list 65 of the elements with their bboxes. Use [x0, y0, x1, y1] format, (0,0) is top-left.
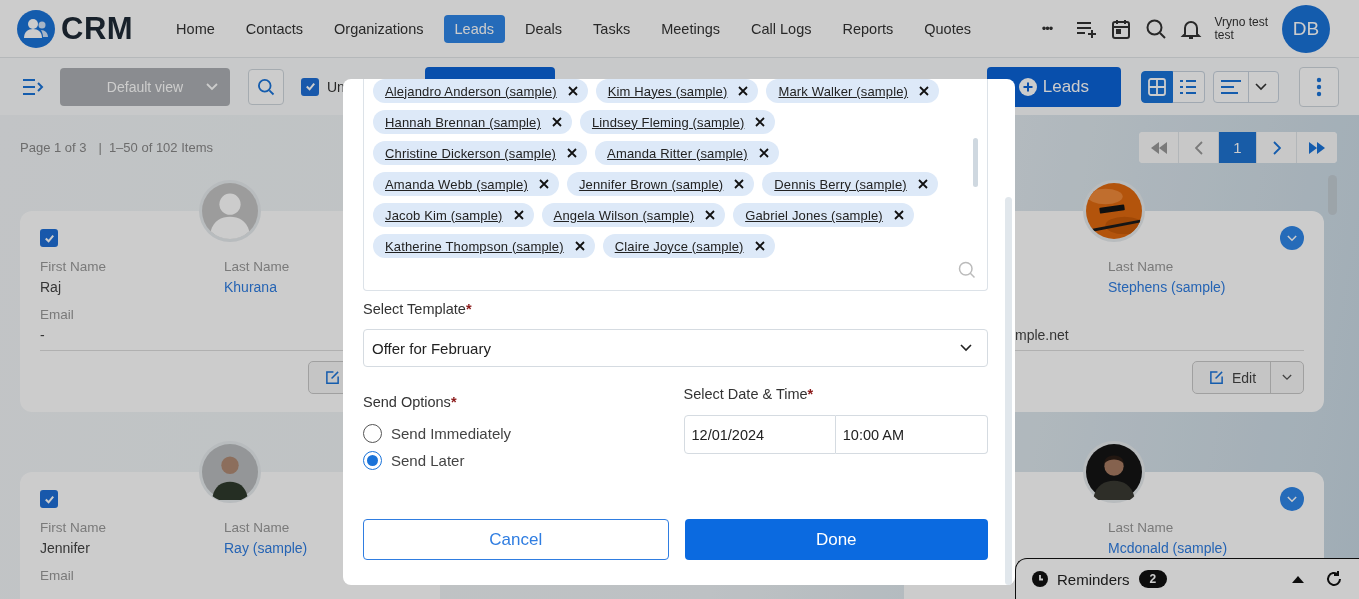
- field-value: mple.net: [1015, 326, 1069, 345]
- recipient-name[interactable]: Amanda Webb (sample): [385, 176, 528, 192]
- done-button[interactable]: Done: [684, 519, 988, 560]
- recipient-name[interactable]: Katherine Thompson (sample): [385, 238, 564, 254]
- nav-tab[interactable]: Meetings: [650, 14, 731, 43]
- user-avatar[interactable]: DB: [1282, 4, 1330, 53]
- recipient-name[interactable]: Jennifer Brown (sample): [578, 176, 724, 192]
- nav-tab[interactable]: Tasks: [582, 14, 642, 43]
- required-mark: *: [450, 394, 457, 410]
- nav-tab[interactable]: Quotes: [913, 14, 982, 43]
- recipient-name[interactable]: Angela Wilson (sample): [553, 207, 695, 223]
- field-link[interactable]: Mcdonald (sample): [1108, 538, 1228, 558]
- field-label: Send Options: [363, 394, 451, 410]
- field-label: First Name: [40, 259, 106, 275]
- field-link[interactable]: Khurana: [224, 277, 277, 297]
- nav-tab[interactable]: Home: [165, 14, 226, 43]
- field-label: Last Name: [1108, 520, 1174, 536]
- nav-tab[interactable]: Reports: [831, 14, 905, 43]
- required-mark: *: [465, 301, 472, 317]
- field-label: Last Name: [1108, 259, 1174, 275]
- field-label: First Name: [40, 520, 106, 536]
- recipient-name[interactable]: Gabriel Jones (sample): [745, 207, 883, 223]
- nav-tab[interactable]: Organizations: [323, 14, 435, 43]
- cancel-button[interactable]: Cancel: [363, 519, 669, 560]
- field-value: Jennifer: [40, 539, 90, 558]
- nav-tab[interactable]: Deals: [514, 14, 574, 43]
- recipient-name[interactable]: Lindsey Fleming (sample): [591, 114, 745, 130]
- recipient-name[interactable]: Hannah Brennan (sample): [385, 114, 541, 130]
- template-select[interactable]: Offer for February: [363, 329, 988, 367]
- separator: |: [98, 140, 102, 155]
- field-link[interactable]: Stephens (sample): [1108, 277, 1226, 297]
- field-label: Select Date & Time: [683, 386, 808, 402]
- nav-tab[interactable]: Contacts: [234, 14, 315, 43]
- option-label[interactable]: Send Later: [391, 451, 465, 469]
- field-value: Raj: [40, 278, 61, 297]
- required-mark: *: [807, 386, 814, 402]
- page-button[interactable]: 1: [1219, 132, 1257, 163]
- recipient-name[interactable]: Dennis Berry (sample): [774, 176, 907, 192]
- date-field[interactable]: 12/01/2024: [683, 415, 836, 454]
- recipient-name[interactable]: Alejandro Anderson (sample): [385, 83, 557, 99]
- recipient-name[interactable]: Amanda Ritter (sample): [607, 145, 748, 161]
- field-label: Select Template: [363, 301, 466, 317]
- item-count: 1–50 of 102 Items: [108, 140, 213, 155]
- field-link[interactable]: Ray (sample): [224, 538, 308, 558]
- field-label: Email: [40, 568, 74, 584]
- field-label: Last Name: [224, 520, 290, 536]
- time-field[interactable]: 10:00 AM: [835, 415, 988, 454]
- recipient-name[interactable]: Kim Hayes (sample): [607, 83, 728, 99]
- recipient-name[interactable]: Christine Dickerson (sample): [385, 145, 557, 161]
- edit-button[interactable]: Edit: [1193, 362, 1270, 393]
- user-role: test: [1214, 28, 1234, 42]
- recipient-name[interactable]: Mark Walker (sample): [778, 83, 909, 99]
- nav-tab[interactable]: Call Logs: [740, 14, 823, 43]
- page-info: Page 1 of 3: [20, 140, 87, 155]
- reminders-label: Reminders: [1057, 570, 1130, 588]
- logo-text: CRM: [61, 10, 134, 47]
- field-label: Last Name: [224, 259, 290, 275]
- user-name: Vryno test: [1214, 15, 1268, 29]
- field-value: -: [40, 326, 45, 345]
- count-badge: 2: [1138, 570, 1168, 588]
- recipient-name[interactable]: Claire Joyce (sample): [614, 238, 744, 254]
- more-button[interactable]: •••: [1041, 21, 1053, 36]
- field-label: Email: [40, 307, 74, 323]
- recipient-name[interactable]: Jacob Kim (sample): [385, 207, 503, 223]
- option-label[interactable]: Send Immediately: [391, 424, 512, 442]
